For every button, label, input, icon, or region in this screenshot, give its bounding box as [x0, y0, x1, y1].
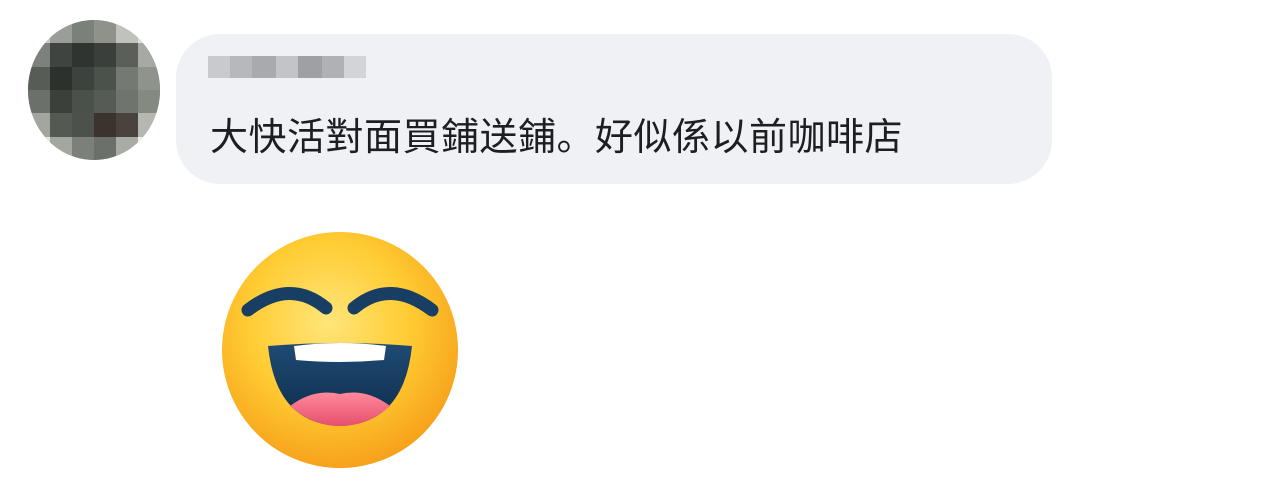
comment-bubble: 大快活對面買鋪送鋪。好似係以前咖啡店	[176, 34, 1052, 184]
laughing-face-emoji-icon[interactable]	[218, 228, 462, 472]
comment-text: 大快活對面買鋪送鋪。好似係以前咖啡店	[210, 115, 904, 159]
avatar[interactable]	[28, 20, 160, 160]
author-name[interactable]	[208, 56, 368, 120]
